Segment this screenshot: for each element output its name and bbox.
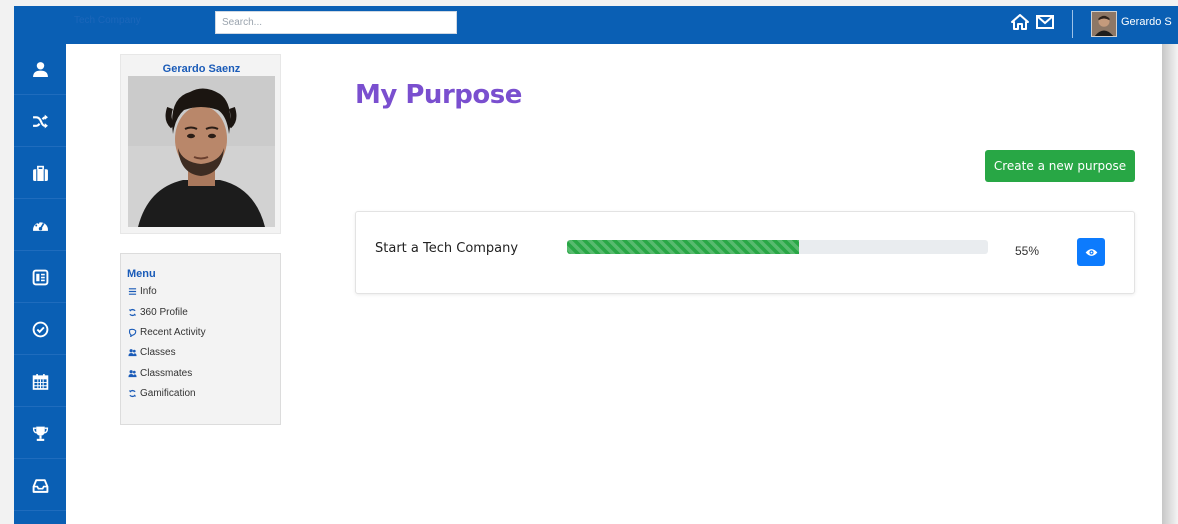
list-icon[interactable] [14,252,66,303]
progress-fill [567,240,799,254]
profile-card: Gerardo Saenz [120,54,281,234]
window-edge-shadow [1162,44,1178,524]
user-name[interactable]: Gerardo S [1121,16,1172,28]
menu-item-label: Gamification [140,387,196,399]
sidebar [14,44,66,524]
calendar-icon[interactable] [14,356,66,407]
progress-percent: 55% [1015,244,1040,258]
navbar-divider [1072,10,1073,38]
home-icon[interactable] [1011,14,1029,30]
profile-menu: Menu Info 360 Profile Recent Activity Cl… [120,253,281,425]
shuffle-icon[interactable] [14,96,66,147]
activity-icon [127,327,137,337]
user-icon[interactable] [14,44,66,95]
view-purpose-button[interactable] [1077,238,1105,266]
list-lines-icon [127,286,137,296]
menu-item-label: Info [140,285,157,297]
page-title: My Purpose [355,80,522,110]
menu-item-label: Classes [140,346,176,358]
menu-item-gamification[interactable]: Gamification [127,386,196,400]
users-icon [127,368,137,378]
purpose-name: Start a Tech Company [375,241,519,256]
cycle-icon [127,307,137,317]
progress-bar [567,240,988,254]
briefcase-icon[interactable] [14,148,66,199]
search-input[interactable] [215,11,457,34]
menu-item-classes[interactable]: Classes [127,345,176,359]
create-purpose-button[interactable]: Create a new purpose [985,150,1135,182]
menu-item-recent-activity[interactable]: Recent Activity [127,325,206,339]
menu-item-classmates[interactable]: Classmates [127,366,192,380]
profile-photo [128,76,275,227]
menu-item-info[interactable]: Info [127,284,157,298]
menu-item-360-profile[interactable]: 360 Profile [127,305,188,319]
menu-title: Menu [127,268,156,280]
app-window: Tech Company Gerardo S [0,0,1178,524]
mail-icon[interactable] [1036,15,1054,29]
avatar[interactable] [1091,11,1117,37]
check-circle-icon[interactable] [14,304,66,355]
menu-item-label: 360 Profile [140,306,188,318]
top-navbar: Tech Company Gerardo S [14,6,1178,44]
profile-name: Gerardo Saenz [162,63,241,75]
cycle-icon [127,388,137,398]
brand-logo[interactable]: Tech Company [74,15,141,26]
inbox-icon[interactable] [14,460,66,511]
dashboard-icon[interactable] [14,200,66,251]
trophy-icon[interactable] [14,408,66,459]
menu-item-label: Recent Activity [140,326,206,338]
menu-item-label: Classmates [140,367,193,379]
users-icon [127,347,137,357]
purpose-card: Start a Tech Company 55% [355,211,1135,294]
eye-icon [1085,248,1098,257]
